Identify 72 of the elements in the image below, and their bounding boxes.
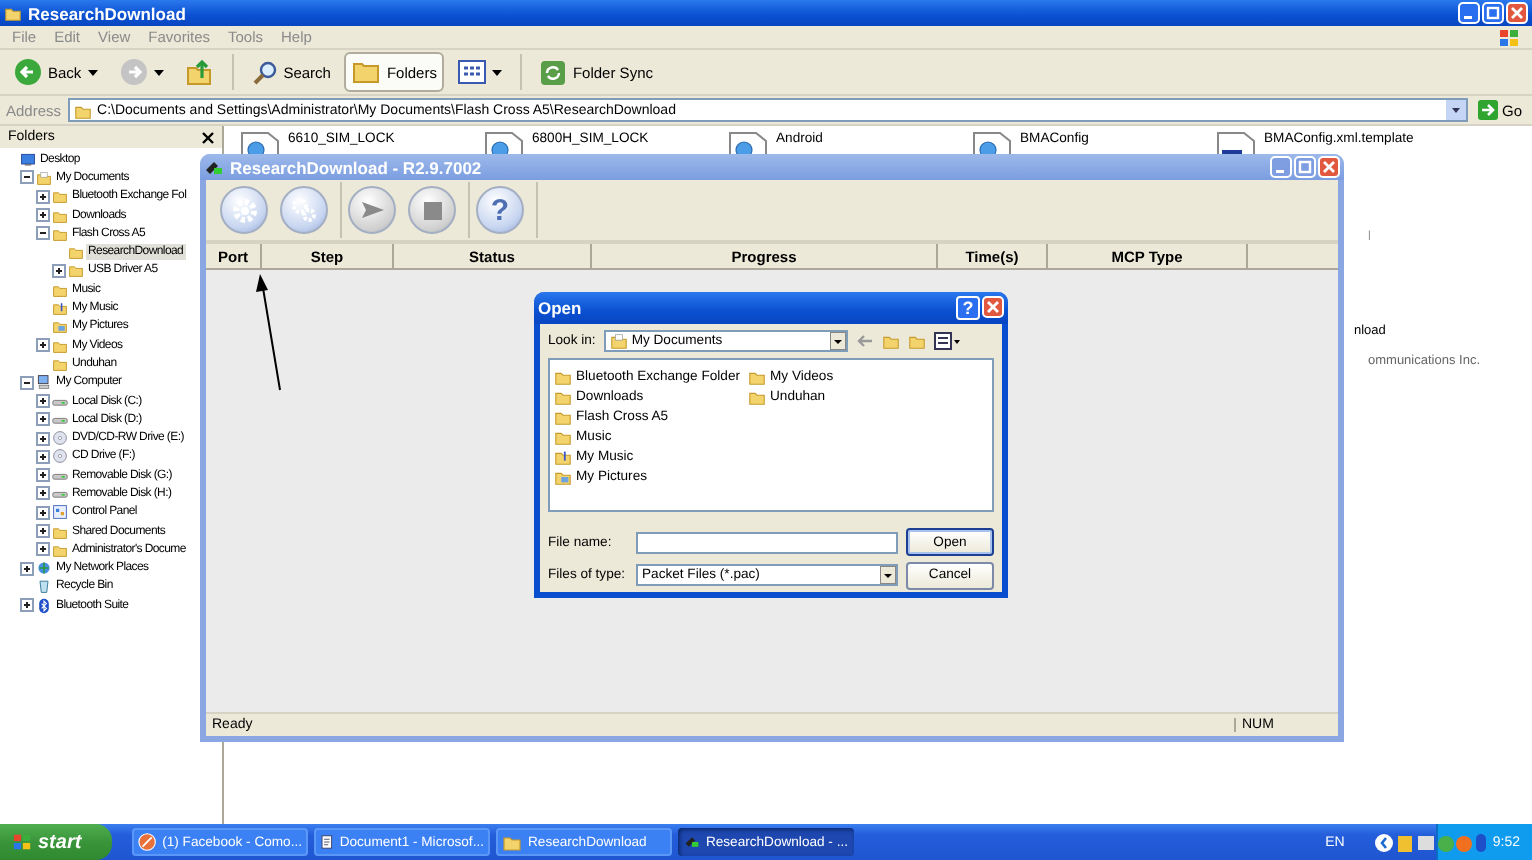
music-folder-icon — [52, 300, 68, 317]
expand-toggle[interactable] — [20, 598, 34, 613]
help-button[interactable]: ? — [956, 296, 980, 320]
tray-icons-drawing[interactable] — [1374, 831, 1487, 853]
dropdown-arrow-icon — [829, 331, 846, 350]
network-icon — [36, 560, 52, 577]
caret-icon — [492, 69, 503, 75]
document-icon — [320, 832, 334, 852]
close-button[interactable] — [1318, 156, 1340, 178]
expand-toggle[interactable] — [36, 412, 50, 427]
expand-toggle[interactable] — [36, 468, 50, 483]
expand-toggle[interactable] — [36, 542, 50, 557]
browser-icon — [138, 832, 157, 852]
collapse-toggle[interactable] — [20, 375, 34, 390]
expand-toggle[interactable] — [36, 524, 50, 539]
folder-icon — [4, 4, 22, 22]
folder-icon — [352, 60, 381, 84]
expand-toggle[interactable] — [20, 561, 34, 576]
caret-icon — [87, 69, 98, 75]
minimize-button[interactable] — [1270, 156, 1292, 178]
close-icon[interactable] — [202, 131, 214, 143]
phone-app-icon — [684, 832, 700, 852]
collapse-toggle[interactable] — [20, 170, 34, 185]
start-button[interactable]: start — [0, 824, 112, 860]
minimize-button[interactable] — [1458, 2, 1480, 24]
folder-icon — [502, 832, 522, 852]
phone-app-icon — [204, 157, 224, 177]
computer-icon — [36, 374, 52, 391]
pictures-folder-icon — [554, 467, 572, 486]
expand-toggle[interactable] — [36, 338, 50, 353]
go-arrow-icon — [1477, 100, 1498, 120]
search-icon — [251, 59, 278, 85]
round-tool-button[interactable] — [348, 186, 396, 234]
pictures-folder-icon — [52, 318, 68, 335]
up-folder-icon — [185, 58, 214, 86]
folder-icon — [73, 101, 92, 119]
round-tool-button[interactable]: ? — [476, 186, 524, 234]
expand-toggle[interactable] — [36, 394, 50, 408]
expand-toggle[interactable] — [36, 431, 50, 446]
recycle-bin-icon — [36, 578, 52, 595]
round-tool-button[interactable] — [408, 186, 456, 234]
stop-icon — [423, 201, 441, 219]
caret-icon — [153, 69, 164, 75]
views-menu-icon[interactable] — [933, 331, 960, 350]
music-folder-icon — [554, 447, 572, 466]
maximize-button[interactable] — [1294, 156, 1316, 178]
sync-icon — [540, 59, 567, 85]
expand-toggle[interactable] — [36, 505, 50, 520]
expand-toggle[interactable] — [36, 449, 50, 464]
expand-toggle[interactable] — [36, 189, 50, 204]
play-arrow-icon — [359, 200, 385, 220]
windows-logo-icon — [12, 832, 32, 852]
window-title: ResearchDownload — [28, 3, 188, 23]
dialog-title: Open — [538, 298, 584, 318]
windows-logo-icon — [1498, 27, 1520, 47]
views-grid-icon — [458, 60, 487, 84]
folder-icon — [609, 331, 628, 350]
desktop-icon — [20, 151, 36, 168]
file-name-field[interactable] — [636, 531, 898, 554]
dropdown-arrow-icon — [880, 566, 896, 585]
expand-toggle[interactable] — [52, 263, 66, 278]
close-button[interactable] — [982, 296, 1004, 318]
expand-toggle[interactable] — [36, 208, 50, 223]
expand-toggle[interactable] — [36, 486, 50, 501]
gears-icon — [290, 196, 318, 224]
bluetooth-icon — [36, 597, 52, 614]
collapse-toggle[interactable] — [36, 226, 50, 241]
gear-icon — [231, 197, 257, 223]
control-panel-icon — [52, 504, 68, 521]
close-button[interactable] — [1506, 2, 1528, 24]
window-title: ResearchDownload - R2.9.7002 — [230, 157, 484, 177]
restore-button[interactable] — [1482, 2, 1504, 24]
